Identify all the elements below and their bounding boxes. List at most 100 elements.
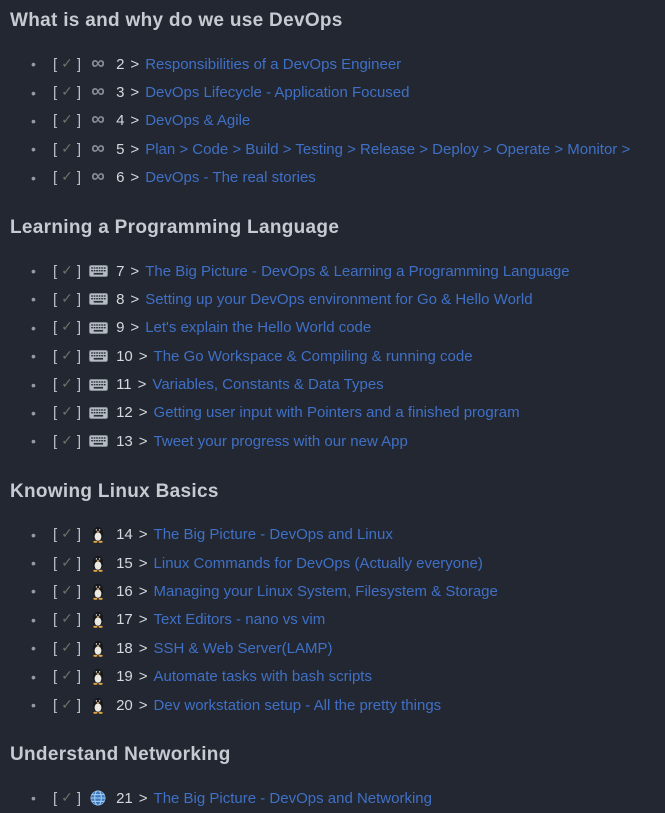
item-link[interactable]: Variables, Constants & Data Types: [152, 376, 383, 393]
item-number: 6: [116, 169, 124, 186]
bracket-close: ]: [77, 348, 81, 365]
item-link[interactable]: DevOps Lifecycle - Application Focused: [145, 84, 409, 101]
item-separator: >: [130, 112, 139, 129]
bullet-marker: •: [31, 348, 53, 364]
bullet-marker: •: [31, 583, 53, 599]
document: What is and why do we use DevOps•[✓]∞2>R…: [0, 0, 665, 813]
item-number: 18: [116, 640, 133, 657]
item-number: 7: [116, 263, 124, 280]
item-link[interactable]: Automate tasks with bash scripts: [154, 668, 372, 685]
item-number: 21: [116, 790, 133, 807]
todo-item: •[✓]13>Tweet your progress with our new …: [10, 427, 655, 455]
item-number: 17: [116, 611, 133, 628]
bullet-marker: •: [31, 377, 53, 393]
todo-item: •[✓]21>The Big Picture - DevOps and Netw…: [10, 784, 655, 812]
bracket-close: ]: [77, 112, 81, 129]
item-number: 11: [116, 376, 132, 393]
bracket-open: [: [53, 697, 57, 714]
check-mark-icon: ✓: [61, 55, 73, 71]
item-number: 19: [116, 668, 133, 685]
todo-item: •[✓]12>Getting user input with Pointers …: [10, 399, 655, 427]
infinity-icon: ∞: [88, 55, 108, 74]
checkbox: [✓]: [53, 583, 81, 600]
todo-item: •[✓]∞4>DevOps & Agile: [10, 107, 655, 135]
bullet-marker: •: [31, 263, 53, 279]
penguin-icon: [88, 697, 108, 714]
section-title: Knowing Linux Basics: [10, 482, 655, 502]
checkbox: [✓]: [53, 433, 81, 450]
checkbox: [✓]: [53, 376, 81, 393]
item-link[interactable]: DevOps & Agile: [145, 112, 250, 129]
penguin-icon: [88, 583, 108, 600]
item-separator: >: [139, 790, 148, 807]
checkbox: [✓]: [53, 319, 81, 336]
item-link[interactable]: Setting up your DevOps environment for G…: [145, 291, 532, 308]
item-number: 9: [116, 319, 124, 336]
check-mark-icon: ✓: [61, 610, 73, 626]
item-link[interactable]: DevOps - The real stories: [145, 169, 316, 186]
item-link[interactable]: The Big Picture - DevOps and Networking: [154, 790, 432, 807]
bracket-open: [: [53, 583, 57, 600]
check-mark-icon: ✓: [61, 582, 73, 598]
item-link[interactable]: Getting user input with Pointers and a f…: [154, 404, 520, 421]
keyboard-icon: [88, 379, 108, 391]
todo-item: •[✓]20>Dev workstation setup - All the p…: [10, 691, 655, 719]
item-link[interactable]: Linux Commands for DevOps (Actually ever…: [154, 555, 483, 572]
item-link[interactable]: The Big Picture - DevOps and Linux: [154, 526, 393, 543]
check-mark-icon: ✓: [61, 168, 73, 184]
bracket-open: [: [53, 376, 57, 393]
item-link[interactable]: Managing your Linux System, Filesystem &…: [154, 583, 498, 600]
bracket-close: ]: [77, 640, 81, 657]
infinity-icon: ∞: [88, 140, 108, 159]
check-mark-icon: ✓: [61, 262, 73, 278]
keyboard-icon: [88, 350, 108, 362]
item-link[interactable]: Tweet your progress with our new App: [154, 433, 408, 450]
bracket-close: ]: [77, 555, 81, 572]
bracket-close: ]: [77, 291, 81, 308]
bracket-open: [: [53, 668, 57, 685]
checkbox: [✓]: [53, 555, 81, 572]
bullet-marker: •: [31, 555, 53, 571]
todo-item: •[✓]∞5>Plan > Code > Build > Testing > R…: [10, 135, 655, 163]
item-separator: >: [130, 84, 139, 101]
bracket-open: [: [53, 141, 57, 158]
item-link[interactable]: SSH & Web Server(LAMP): [154, 640, 333, 657]
item-number: 2: [116, 56, 124, 73]
bracket-close: ]: [77, 668, 81, 685]
section-title: Understand Networking: [10, 745, 655, 765]
bracket-close: ]: [77, 56, 81, 73]
item-link[interactable]: The Big Picture - DevOps & Learning a Pr…: [145, 263, 569, 280]
bullet-marker: •: [31, 113, 53, 129]
checkbox: [✓]: [53, 526, 81, 543]
bracket-close: ]: [77, 84, 81, 101]
penguin-icon: [88, 555, 108, 572]
checkbox: [✓]: [53, 404, 81, 421]
todo-item: •[✓]17>Text Editors - nano vs vim: [10, 606, 655, 634]
check-mark-icon: ✓: [61, 525, 73, 541]
item-separator: >: [139, 611, 148, 628]
bracket-open: [: [53, 640, 57, 657]
item-number: 3: [116, 84, 124, 101]
check-mark-icon: ✓: [61, 696, 73, 712]
todo-item: •[✓]7>The Big Picture - DevOps & Learnin…: [10, 257, 655, 285]
item-link[interactable]: Responsibilities of a DevOps Engineer: [145, 56, 401, 73]
item-separator: >: [130, 169, 139, 186]
section-title: What is and why do we use DevOps: [10, 11, 655, 31]
item-separator: >: [130, 56, 139, 73]
item-link[interactable]: Let's explain the Hello World code: [145, 319, 371, 336]
bracket-close: ]: [77, 611, 81, 628]
infinity-icon: ∞: [88, 111, 108, 130]
bracket-close: ]: [77, 319, 81, 336]
item-separator: >: [130, 263, 139, 280]
bracket-open: [: [53, 611, 57, 628]
item-link[interactable]: The Go Workspace & Compiling & running c…: [154, 348, 473, 365]
item-separator: >: [139, 404, 148, 421]
bullet-marker: •: [31, 527, 53, 543]
item-link[interactable]: Dev workstation setup - All the pretty t…: [154, 697, 442, 714]
bracket-open: [: [53, 56, 57, 73]
item-link[interactable]: Text Editors - nano vs vim: [154, 611, 326, 628]
item-separator: >: [139, 640, 148, 657]
checkbox: [✓]: [53, 611, 81, 628]
todo-item: •[✓]16>Managing your Linux System, Files…: [10, 577, 655, 605]
item-link[interactable]: Plan > Code > Build > Testing > Release …: [145, 141, 630, 158]
